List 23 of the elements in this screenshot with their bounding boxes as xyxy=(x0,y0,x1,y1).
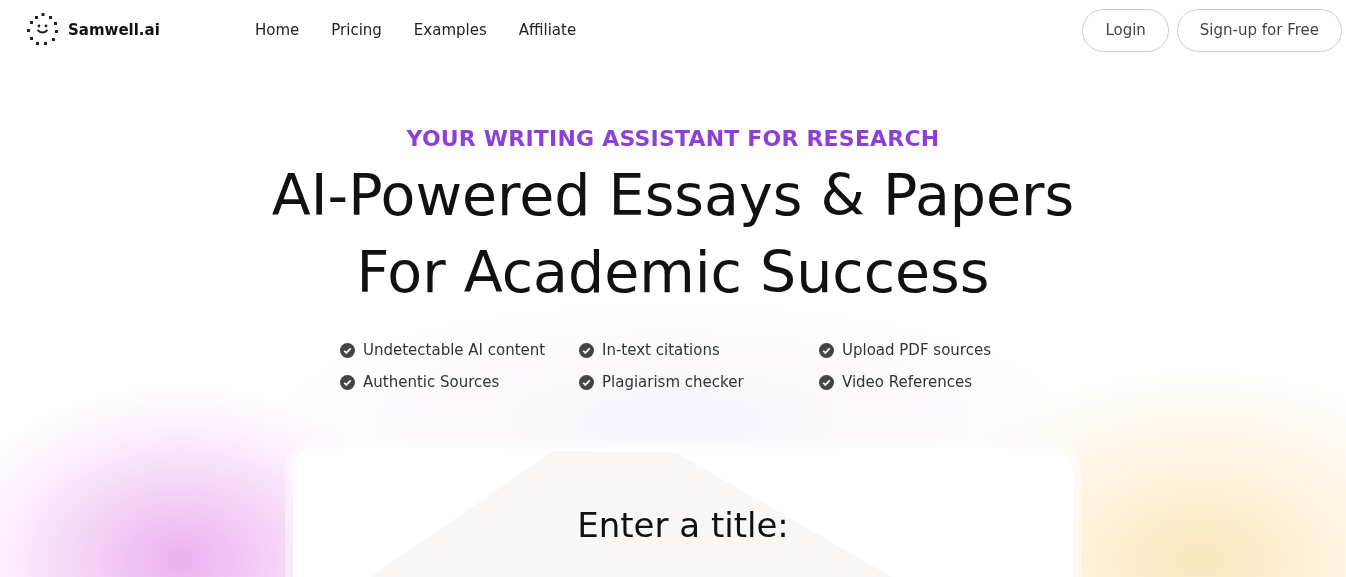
check-icon xyxy=(819,342,834,358)
feature-label: Undetectable AI content xyxy=(363,341,546,359)
hero-title-line: AI-Powered Essays & Papers xyxy=(271,161,1075,230)
feature-label: Authentic Sources xyxy=(363,373,500,391)
check-icon xyxy=(340,342,355,358)
nav-link[interactable]: Affiliate xyxy=(516,17,579,43)
nav-link[interactable]: Examples xyxy=(411,17,489,43)
check-icon xyxy=(340,374,355,390)
feature-label: In-text citations xyxy=(602,341,720,359)
signup-button[interactable]: Sign-up for Free xyxy=(1176,8,1342,52)
check-icon xyxy=(579,342,594,358)
nav-link[interactable]: Pricing xyxy=(329,17,384,43)
feature-label: Plagiarism checker xyxy=(602,373,744,391)
eyebrow-text: YOUR WRITING ASSISTANT FOR RESEARCH xyxy=(406,126,940,151)
login-button[interactable]: Login xyxy=(1082,8,1169,52)
hero-title-line: For Academic Success xyxy=(356,238,990,307)
check-icon xyxy=(819,374,834,390)
card-heading: Enter a title: xyxy=(577,505,789,547)
feature-label: Upload PDF sources xyxy=(842,341,991,359)
nav-link[interactable]: Home xyxy=(253,17,302,43)
check-icon xyxy=(579,374,594,390)
feature-label: Video References xyxy=(842,373,973,391)
brand-name[interactable]: Samwell.ai xyxy=(68,21,160,39)
